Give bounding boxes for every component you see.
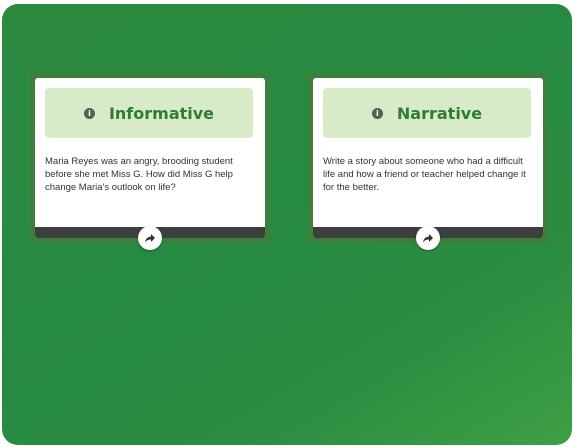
- card-title: Informative: [108, 103, 215, 123]
- share-button[interactable]: [416, 226, 440, 250]
- card-header: i Informative: [45, 88, 253, 138]
- card-description: Maria Reyes was an angry, brooding stude…: [45, 156, 233, 193]
- card-title: Narrative: [396, 103, 483, 123]
- prompt-card-informative[interactable]: i Informative Maria Reyes was an angry, …: [30, 73, 270, 250]
- prompt-card-narrative[interactable]: i Narrative Write a story about someone …: [308, 73, 548, 250]
- card-description: Write a story about someone who had a di…: [323, 156, 526, 193]
- card-body: i Narrative Write a story about someone …: [313, 78, 543, 238]
- share-icon: [423, 234, 433, 243]
- share-button[interactable]: [138, 226, 162, 250]
- share-icon: [145, 234, 155, 243]
- info-icon: i: [371, 107, 383, 119]
- info-icon: i: [83, 107, 95, 119]
- card-body: i Informative Maria Reyes was an angry, …: [35, 78, 265, 238]
- card-header: i Narrative: [323, 88, 531, 138]
- prompt-panel: i Informative Maria Reyes was an angry, …: [2, 4, 572, 445]
